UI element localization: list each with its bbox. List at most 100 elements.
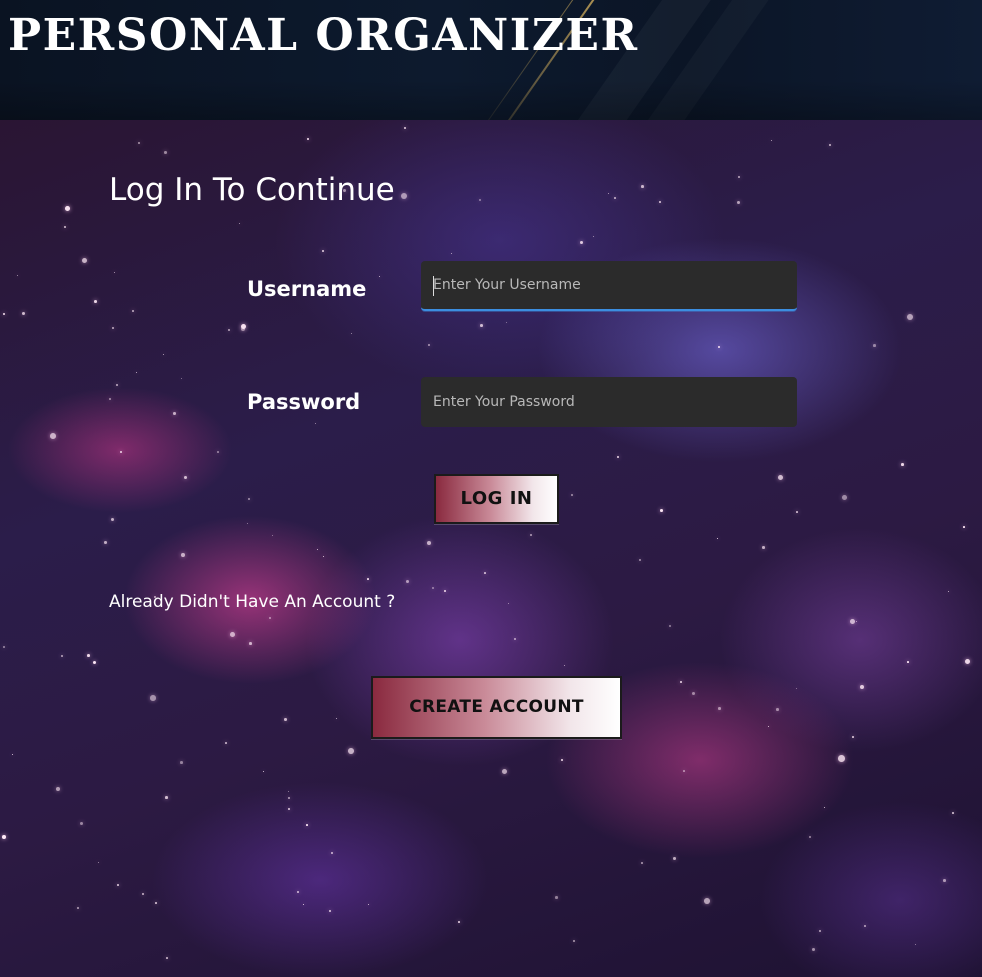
star-dot — [117, 884, 119, 886]
create-account-button[interactable]: CREATE ACCOUNT — [371, 676, 622, 739]
star-dot — [852, 736, 854, 738]
star-dot — [116, 384, 119, 387]
star-dot — [427, 541, 432, 546]
no-account-prompt: Already Didn't Have An Account ? — [109, 592, 396, 612]
star-dot — [428, 344, 430, 346]
star-dot — [225, 742, 227, 744]
star-dot — [659, 201, 662, 204]
login-button[interactable]: LOG IN — [434, 474, 559, 524]
star-dot — [288, 808, 291, 811]
star-dot — [323, 556, 325, 558]
star-dot — [22, 312, 26, 316]
star-dot — [336, 718, 338, 720]
star-dot — [901, 463, 904, 466]
star-dot — [530, 534, 533, 537]
star-dot — [617, 456, 620, 459]
star-dot — [484, 572, 486, 574]
galaxy-background — [0, 120, 982, 977]
star-dot — [184, 476, 187, 479]
star-dot — [571, 494, 573, 496]
star-dot — [50, 433, 56, 439]
star-dot — [948, 591, 950, 593]
star-dot — [272, 535, 274, 537]
star-dot — [614, 197, 616, 199]
star-dot — [952, 812, 954, 814]
star-dot — [64, 226, 66, 228]
star-dot — [3, 313, 6, 316]
star-dot — [17, 275, 18, 276]
star-dot — [796, 688, 798, 690]
star-dot — [683, 770, 685, 772]
star-dot — [98, 862, 100, 864]
star-dot — [247, 523, 249, 525]
star-dot — [249, 642, 252, 645]
star-dot — [65, 206, 70, 211]
star-dot — [263, 771, 265, 773]
star-dot — [329, 910, 332, 913]
star-dot — [907, 661, 909, 663]
star-dot — [132, 310, 135, 313]
star-dot — [907, 314, 914, 321]
star-dot — [315, 423, 317, 425]
text-caret — [433, 276, 434, 296]
star-dot — [406, 580, 410, 584]
star-dot — [856, 621, 858, 623]
star-dot — [680, 681, 683, 684]
star-dot — [768, 726, 770, 728]
star-dot — [809, 836, 812, 839]
star-dot — [80, 822, 83, 825]
star-dot — [738, 176, 740, 178]
star-dot — [762, 546, 765, 549]
star-dot — [322, 250, 325, 253]
star-dot — [796, 511, 798, 513]
star-dot — [61, 655, 64, 658]
star-dot — [248, 498, 251, 501]
star-dot — [561, 759, 564, 762]
star-dot — [297, 891, 300, 894]
star-dot — [915, 944, 917, 946]
star-dot — [829, 144, 832, 147]
star-dot — [639, 559, 641, 561]
star-dot — [718, 346, 721, 349]
star-dot — [12, 754, 14, 756]
star-dot — [573, 940, 576, 943]
star-dot — [82, 258, 88, 264]
star-dot — [771, 140, 773, 142]
star-dot — [351, 333, 353, 335]
star-dot — [331, 852, 334, 855]
star-dot — [580, 241, 583, 244]
star-dot — [480, 324, 483, 327]
star-dot — [138, 142, 141, 145]
star-dot — [228, 329, 231, 332]
star-dot — [458, 921, 460, 923]
star-dot — [284, 718, 287, 721]
star-dot — [181, 553, 185, 557]
star-dot — [608, 193, 609, 194]
username-input[interactable] — [421, 261, 797, 311]
star-dot — [502, 769, 508, 775]
star-dot — [348, 748, 354, 754]
star-dot — [93, 661, 97, 665]
star-dot — [155, 902, 157, 904]
star-dot — [641, 185, 644, 188]
password-input[interactable] — [421, 377, 797, 427]
star-dot — [451, 253, 453, 255]
star-dot — [737, 201, 740, 204]
login-page: PERSONAL ORGANIZER Log In To Continue Us… — [0, 0, 982, 977]
star-dot — [164, 151, 167, 154]
star-dot — [77, 907, 79, 909]
star-dot — [2, 835, 6, 839]
star-dot — [230, 632, 235, 637]
star-dot — [3, 646, 5, 648]
star-dot — [718, 707, 721, 710]
star-dot — [142, 893, 145, 896]
star-dot — [317, 549, 319, 551]
star-dot — [514, 638, 517, 641]
star-dot — [217, 451, 219, 453]
star-dot — [150, 695, 156, 701]
star-dot — [239, 223, 241, 225]
star-dot — [432, 587, 434, 589]
star-dot — [241, 324, 247, 330]
star-dot — [593, 236, 595, 238]
star-dot — [56, 787, 61, 792]
